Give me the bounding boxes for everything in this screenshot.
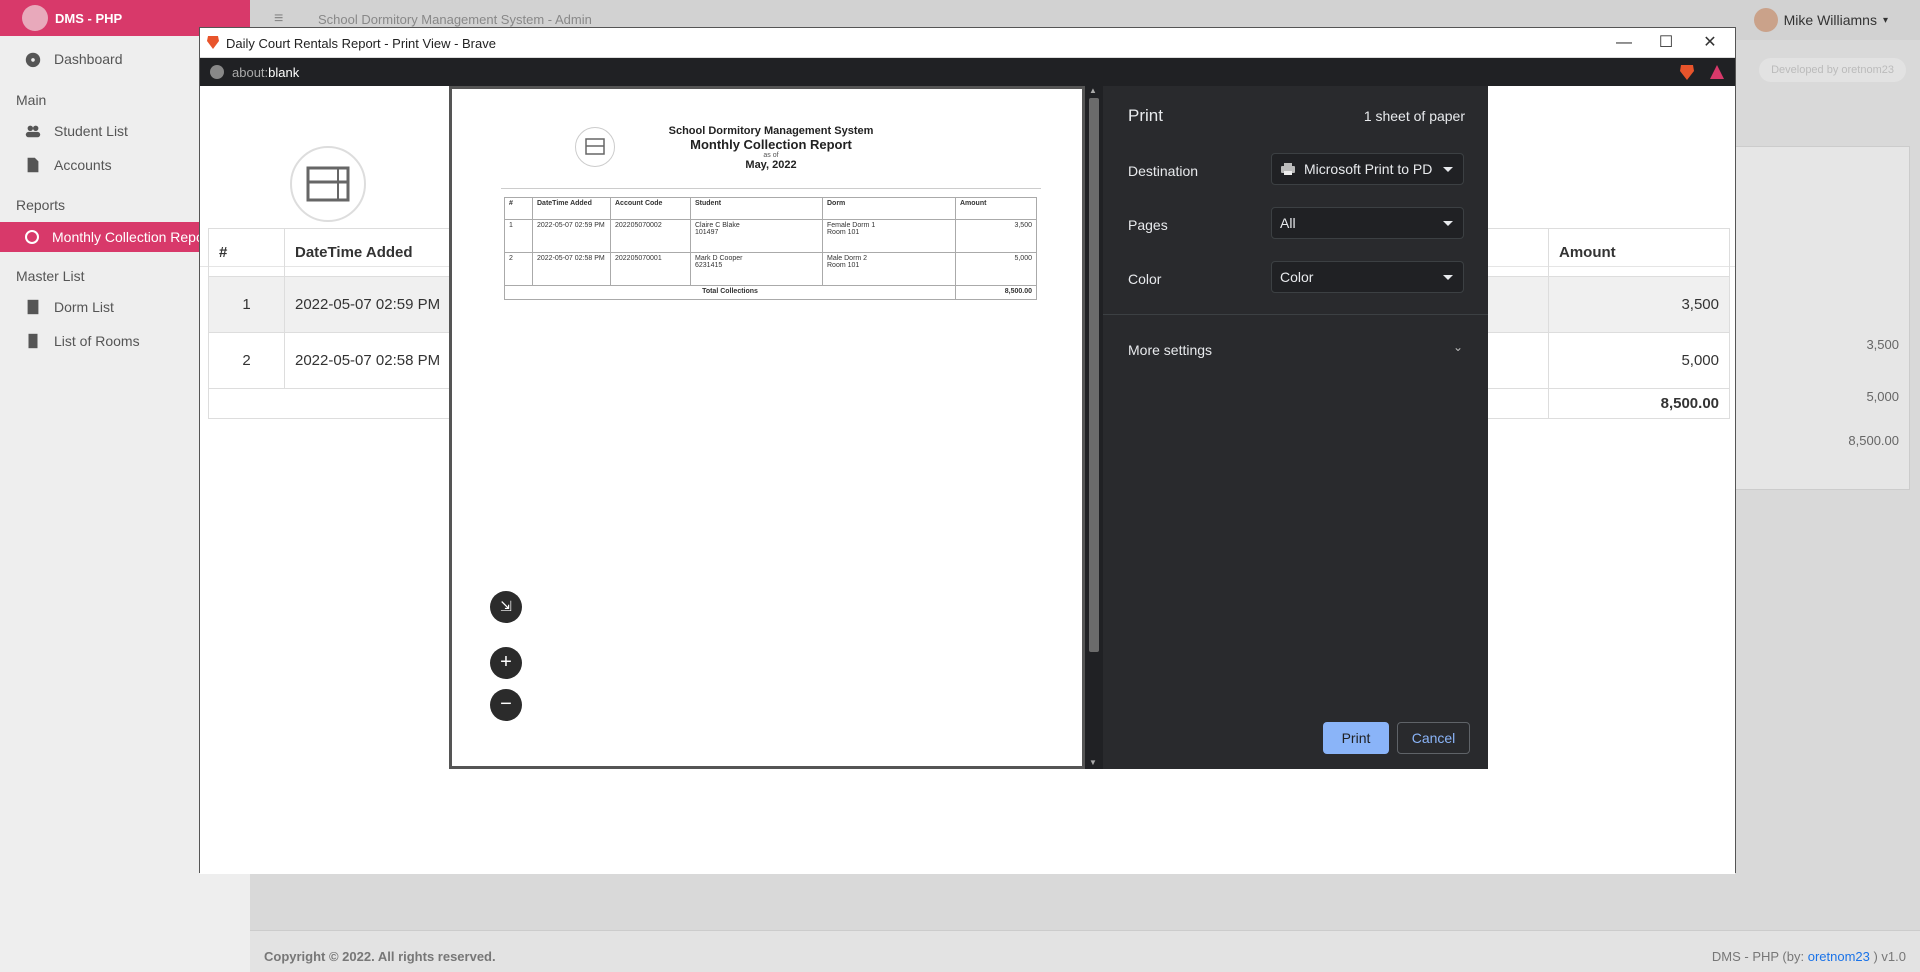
bunkbed-icon xyxy=(306,166,350,202)
file-icon xyxy=(27,157,39,173)
footer: Copyright © 2022. All rights reserved. D… xyxy=(250,930,1920,972)
print-title: Print xyxy=(1128,106,1163,125)
preview-scrollbar[interactable]: ▲ ▼ xyxy=(1085,86,1103,769)
scroll-down-icon[interactable]: ▼ xyxy=(1089,758,1097,767)
info-icon[interactable] xyxy=(210,65,224,79)
report-org: School Dormitory Management System xyxy=(668,125,874,137)
maximize-icon[interactable]: ☐ xyxy=(1651,32,1681,54)
chevron-down-icon xyxy=(1443,221,1453,226)
more-settings-toggle[interactable]: More settings ⌄ xyxy=(1128,340,1473,362)
bg-amount-2: 5,000 xyxy=(1866,389,1899,404)
preview-page: School Dormitory Management System Month… xyxy=(501,107,1041,707)
report-period: May, 2022 xyxy=(745,159,797,171)
brand-name: DMS - PHP xyxy=(55,11,123,26)
header-title: School Dormitory Management System - Adm… xyxy=(318,12,592,27)
caret-down-icon: ▾ xyxy=(1882,14,1888,26)
zoom-in-button[interactable]: + xyxy=(490,647,522,679)
divider xyxy=(1103,314,1488,315)
pages-label: Pages xyxy=(1128,217,1168,233)
nav-head-reports: Reports xyxy=(16,197,66,213)
sidebar-item-student-list[interactable]: Student List xyxy=(24,122,128,140)
report-as-of: as of xyxy=(763,152,779,159)
col-amount: Amount xyxy=(1548,228,1730,277)
circle-icon xyxy=(25,230,39,244)
window-title: Daily Court Rentals Report - Print View … xyxy=(226,36,496,51)
color-label: Color xyxy=(1128,271,1162,287)
col-num: # xyxy=(208,228,285,277)
zoom-out-button[interactable]: − xyxy=(490,689,522,721)
address-bar[interactable]: about:blank xyxy=(200,58,1735,86)
fit-to-page-icon[interactable]: ⇲ xyxy=(490,591,522,623)
cancel-button[interactable]: Cancel xyxy=(1397,722,1470,754)
author-link[interactable]: oretnom23 xyxy=(1808,949,1870,964)
nav-head-master: Master List xyxy=(16,268,85,284)
sidebar-item-label: Accounts xyxy=(54,157,112,173)
sidebar-item-label: Student List xyxy=(54,123,128,139)
report-title: Monthly Collection Report xyxy=(690,137,852,152)
print-preview[interactable]: School Dormitory Management System Month… xyxy=(449,86,1085,769)
more-settings-label: More settings xyxy=(1128,342,1213,358)
bg-total: 8,500.00 xyxy=(1848,433,1899,448)
print-button[interactable]: Print xyxy=(1323,722,1389,754)
url-text: about:blank xyxy=(232,65,300,80)
scroll-up-icon[interactable]: ▲ xyxy=(1089,86,1097,95)
printer-icon xyxy=(1281,163,1295,175)
bunkbed-logo xyxy=(290,146,366,222)
developer-tag: Developed by oretnom23 xyxy=(1759,58,1906,82)
color-select[interactable]: Color xyxy=(1271,261,1464,293)
print-settings-panel: Print 1 sheet of paper Destination Micro… xyxy=(1103,86,1488,769)
menu-icon[interactable]: ≡ xyxy=(274,10,283,28)
window-titlebar: Daily Court Rentals Report - Print View … xyxy=(200,28,1735,58)
pages-select[interactable]: All xyxy=(1271,207,1464,239)
door-icon xyxy=(28,333,38,349)
footer-copyright: Copyright © 2022. All rights reserved. xyxy=(264,949,496,964)
building-icon xyxy=(27,299,39,315)
destination-select[interactable]: Microsoft Print to PDF xyxy=(1271,153,1464,185)
chevron-down-icon xyxy=(1443,275,1453,280)
rewards-triangle-icon[interactable] xyxy=(1709,64,1725,80)
table-row: 1 2022-05-07 02:59 PM 202205070002 Clair… xyxy=(504,219,1037,253)
brave-shields-icon[interactable] xyxy=(1679,63,1695,81)
table-row: 2 2022-05-07 02:58 PM 202205070001 Mark … xyxy=(504,252,1037,286)
chevron-down-icon: ⌄ xyxy=(1452,340,1463,354)
users-icon xyxy=(25,125,41,138)
brand-logo xyxy=(22,5,48,31)
footer-version: DMS - PHP (by: oretnom23 ) v1.0 xyxy=(1711,949,1906,964)
destination-label: Destination xyxy=(1128,163,1199,179)
close-icon[interactable]: ✕ xyxy=(1695,32,1725,54)
nav-head-main: Main xyxy=(16,92,47,108)
bg-amount-1: 3,500 xyxy=(1866,337,1899,352)
sidebar-item-label: List of Rooms xyxy=(54,333,140,349)
report-header: School Dormitory Management System Month… xyxy=(501,125,1041,171)
avatar xyxy=(1753,8,1778,32)
minimize-icon[interactable]: — xyxy=(1609,32,1639,54)
dashboard-icon xyxy=(25,52,41,68)
total-row: Total Collections 8,500.00 xyxy=(504,285,1037,300)
sidebar-item-label: Dashboard xyxy=(54,51,123,67)
report-table: # DateTime Added Account Code Student Do… xyxy=(504,197,1037,300)
scroll-thumb[interactable] xyxy=(1089,98,1099,652)
sidebar-item-accounts[interactable]: Accounts xyxy=(24,156,112,174)
brave-lion-icon xyxy=(207,36,219,49)
sidebar-item-label: Dorm List xyxy=(54,299,114,315)
user-name: Mike Williamns xyxy=(1783,12,1877,28)
sidebar-item-dorm-list[interactable]: Dorm List xyxy=(24,298,114,316)
sidebar-item-dashboard[interactable]: Dashboard xyxy=(24,50,123,68)
sheet-count: 1 sheet of paper xyxy=(1363,108,1465,124)
divider xyxy=(501,188,1041,189)
chevron-down-icon xyxy=(1443,167,1453,172)
sidebar-item-label: Monthly Collection Report xyxy=(52,229,213,245)
sidebar-item-list-rooms[interactable]: List of Rooms xyxy=(24,332,140,350)
user-menu[interactable]: Mike Williamns ▾ xyxy=(1753,8,1888,32)
